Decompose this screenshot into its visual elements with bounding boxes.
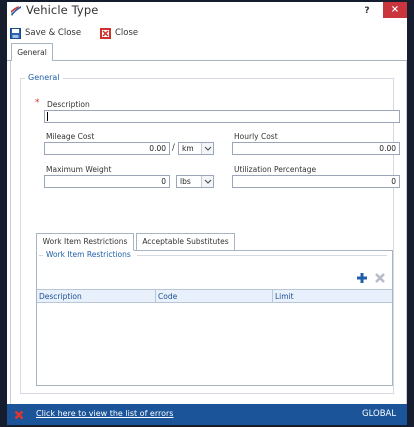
mileage-unit-select[interactable]: km [178,142,214,155]
weight-unit-select[interactable]: lbs [176,175,214,188]
maximum-weight-input[interactable]: 0 [44,175,170,188]
main-tabs: General [7,42,407,62]
weight-unit-dropdown-button[interactable] [201,176,213,187]
hourly-cost-input[interactable]: 0.00 [232,142,400,155]
tab-general[interactable]: General [11,43,53,62]
utilization-percentage-input[interactable]: 0 [232,175,400,188]
mileage-unit-value: km [182,144,194,153]
chevron-down-icon [204,146,212,151]
required-marker: * [35,98,40,108]
close-icon [100,27,111,39]
save-icon [10,27,21,39]
grid-header: Description Code Limit [37,289,392,303]
remove-icon[interactable] [374,272,386,284]
save-close-label: Save & Close [25,28,82,38]
vehicle-type-window: Vehicle Type ? × Save & Close Close Gene… [0,0,414,427]
window-close-button[interactable]: × [383,2,407,18]
mileage-cost-label: Mileage Cost [46,132,95,141]
toolbar: Save & Close Close [7,24,407,42]
column-header-limit[interactable]: Limit [273,290,392,303]
weight-unit-value: lbs [180,177,191,186]
work-item-restrictions-panel: Work Item Restrictions Description Code … [36,250,393,386]
utilization-percentage-label: Utilization Percentage [234,165,317,174]
mileage-unit-dropdown-button[interactable] [201,143,213,154]
window-body: Vehicle Type ? × Save & Close Close Gene… [7,2,407,425]
group-rule-right [137,255,387,256]
help-button[interactable]: ? [356,4,378,18]
chevron-down-icon [204,179,212,184]
restrictions-grid: Description Code Limit [37,289,392,385]
mileage-unit-separator: / [172,143,175,153]
app-logo-icon [11,6,21,16]
tab-acceptable-substitutes[interactable]: Acceptable Substitutes [136,233,235,251]
mileage-cost-input[interactable]: 0.00 [44,142,170,155]
general-group-label: General [25,73,63,82]
error-icon[interactable] [14,410,24,420]
view-errors-link[interactable]: Click here to view the list of errors [36,409,173,418]
close-label: Close [115,28,139,38]
tab-work-item-restrictions[interactable]: Work Item Restrictions [36,233,134,251]
status-bar: Click here to view the list of errors GL… [7,404,407,425]
hourly-cost-label: Hourly Cost [234,132,278,141]
column-header-code[interactable]: Code [156,290,273,303]
title-bar: Vehicle Type ? × [7,2,407,20]
column-header-description[interactable]: Description [37,290,156,303]
description-input[interactable] [44,110,400,123]
region-label: GLOBAL [362,409,397,419]
work-item-restrictions-group-label: Work Item Restrictions [43,250,134,259]
window-title: Vehicle Type [26,3,99,17]
close-button[interactable]: Close [100,26,138,40]
description-label: Description [47,100,90,109]
save-close-button[interactable]: Save & Close [10,26,81,40]
add-icon[interactable] [356,272,368,284]
text-cursor [47,112,48,121]
maximum-weight-label: Maximum Weight [46,165,112,174]
general-tab-content: General * Description Mileage Cost 0.00 … [10,61,407,404]
